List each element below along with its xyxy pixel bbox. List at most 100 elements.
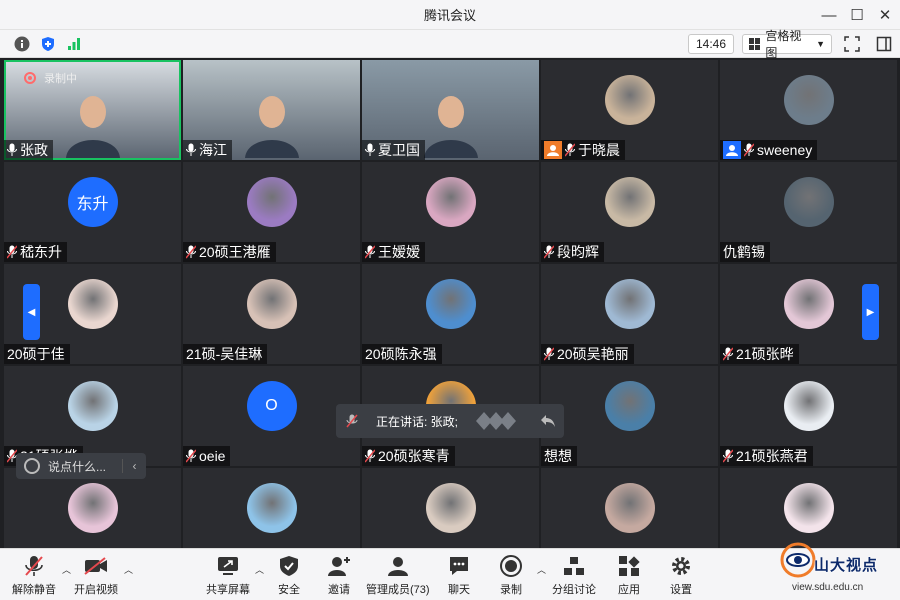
participant-tile[interactable]: 夏卫国 (362, 60, 539, 160)
participant-avatar (67, 279, 118, 329)
shield-icon[interactable] (38, 34, 58, 54)
participant-name: 张政 (20, 142, 48, 158)
participant-tile[interactable]: 仇鹤锡 (720, 162, 897, 262)
chat-bubble-icon (446, 553, 472, 579)
members-icon (385, 553, 411, 579)
unmute-button[interactable]: 解除静音 (12, 553, 56, 599)
watermark-url: view.sdu.edu.cn (792, 582, 864, 593)
participant-tile[interactable]: 21硕-吴佳琳 (183, 264, 360, 364)
next-page-button[interactable]: ▶ (862, 284, 879, 340)
muted-mic-icon (186, 449, 196, 463)
muted-mic-icon (21, 553, 47, 579)
speaking-indicator: 正在讲话: 张政; (336, 404, 564, 438)
participant-avatar (783, 75, 834, 125)
chat-button[interactable]: 聊天 (446, 553, 472, 599)
participant-tile[interactable]: 海江 (183, 60, 360, 160)
participant-tile[interactable]: 20硕吴艳丽 (541, 264, 718, 364)
participant-avatar: O (246, 381, 297, 431)
participant-tile[interactable]: 于晓晨 (541, 60, 718, 160)
manage-members-button[interactable]: 管理成员(73) (366, 553, 430, 599)
participant-nameplate: 20硕吴艳丽 (541, 344, 634, 364)
audio-options-chevron-icon[interactable]: ︿ (62, 563, 71, 576)
emoji-icon[interactable] (24, 458, 40, 474)
participant-avatar (246, 483, 297, 533)
participant-nameplate: 21硕张晔 (720, 344, 799, 364)
participant-avatar (783, 483, 834, 533)
add-user-icon (326, 553, 352, 579)
sidebar-toggle-icon[interactable] (874, 34, 894, 54)
title-bar: 腾讯会议 — ☐ ✕ (0, 0, 900, 30)
manage-members-label: 管理成员(73) (366, 584, 430, 596)
chevron-down-icon: ▼ (816, 39, 825, 49)
mic-icon (186, 143, 196, 156)
reply-icon[interactable] (538, 411, 558, 431)
participant-tile[interactable]: Ooeie (183, 366, 360, 466)
fullscreen-icon[interactable] (842, 34, 862, 54)
participant-name: 想想 (544, 448, 572, 464)
participant-tile[interactable]: 段昀辉 (541, 162, 718, 262)
participant-nameplate: 段昀辉 (541, 242, 604, 262)
record-button[interactable]: 录制 (498, 553, 524, 599)
start-video-button[interactable]: 开启视频 (74, 553, 118, 599)
participant-tile[interactable]: 20硕王港雁 (183, 162, 360, 262)
participant-nameplate: 嵇东升 (4, 242, 67, 262)
record-options-chevron-icon[interactable]: ︿ (537, 563, 546, 576)
settings-label: 设置 (670, 584, 692, 596)
participant-tile[interactable] (183, 468, 360, 548)
video-feed (244, 94, 299, 158)
view-mode-dropdown[interactable]: 宫格视图 ▼ (742, 29, 832, 60)
share-screen-button[interactable]: 共享屏幕 (206, 553, 250, 599)
signal-strength-icon[interactable] (64, 34, 84, 54)
minimize-button[interactable]: — (814, 0, 844, 30)
meeting-toolbar: 14:46 宫格视图 ▼ (0, 29, 900, 60)
video-off-icon (83, 553, 109, 579)
eye-logo-icon (780, 542, 816, 578)
share-options-chevron-icon[interactable]: ︿ (255, 563, 264, 576)
participant-avatar: 东升 (67, 177, 118, 227)
participant-tile[interactable]: 王嫒嫒 (362, 162, 539, 262)
video-feed (423, 94, 478, 158)
chat-quick-input[interactable]: 说点什么... ‹ (16, 453, 146, 479)
participant-nameplate: 20硕于佳 (4, 344, 70, 364)
participant-tile[interactable]: 东升 嵇东升 (4, 162, 181, 262)
participant-tile[interactable]: 张政 录制中 (4, 60, 181, 160)
invite-label: 邀请 (328, 584, 350, 596)
maximize-button[interactable]: ☐ (842, 0, 872, 30)
participant-tile[interactable] (4, 468, 181, 548)
apps-button[interactable]: 应用 (616, 553, 642, 599)
participant-tile[interactable] (720, 468, 897, 548)
mic-icon (346, 414, 358, 428)
collapse-chevron-icon[interactable]: ‹ (122, 459, 146, 473)
participant-tile[interactable]: sweeney (720, 60, 897, 160)
previous-page-button[interactable]: ◀ (23, 284, 40, 340)
participant-avatar (67, 483, 118, 533)
security-button[interactable]: 安全 (276, 553, 302, 599)
participant-nameplate: 21硕-吴佳琳 (183, 344, 268, 364)
breakout-rooms-button[interactable]: 分组讨论 (552, 553, 596, 599)
close-window-button[interactable]: ✕ (870, 0, 900, 30)
settings-button[interactable]: 设置 (668, 553, 694, 599)
start-video-label: 开启视频 (74, 584, 118, 596)
meeting-info-icon[interactable] (12, 34, 32, 54)
grid-view-icon (749, 38, 761, 50)
participant-tile[interactable] (362, 468, 539, 548)
participant-name: 21硕张晔 (736, 346, 794, 362)
participant-tile[interactable]: 21硕张燕君 (720, 366, 897, 466)
video-options-chevron-icon[interactable]: ︿ (124, 563, 133, 576)
participant-tile[interactable]: 21硕张烨 (4, 366, 181, 466)
participant-avatar (604, 75, 655, 125)
share-screen-label: 共享屏幕 (206, 584, 250, 596)
muted-mic-icon (723, 449, 733, 463)
participant-avatar (67, 381, 118, 431)
participant-name: 段昀辉 (557, 244, 599, 260)
invite-button[interactable]: 邀请 (326, 553, 352, 599)
participant-tile[interactable] (541, 468, 718, 548)
participant-nameplate: 王嫒嫒 (362, 242, 425, 262)
security-label: 安全 (278, 584, 300, 596)
participant-tile[interactable]: 想想 (541, 366, 718, 466)
participant-name: 于晓晨 (578, 142, 620, 158)
participant-nameplate: oeie (183, 446, 231, 466)
muted-mic-icon (365, 245, 375, 259)
participant-tile[interactable]: 20硕陈永强 (362, 264, 539, 364)
participant-name: 20硕于佳 (7, 346, 65, 362)
